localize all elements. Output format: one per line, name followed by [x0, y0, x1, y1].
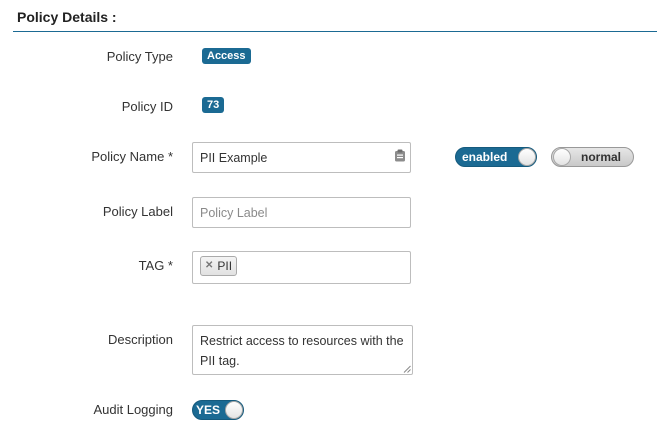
- resize-grip-icon[interactable]: [403, 365, 411, 373]
- toggle-knob: [518, 148, 536, 166]
- section-title: Policy Details :: [17, 9, 117, 25]
- policy-type-badge: Access: [202, 48, 251, 64]
- policy-enabled-toggle[interactable]: enabled: [455, 147, 537, 167]
- tag-chip-label: PII: [217, 259, 233, 273]
- audit-logging-toggle[interactable]: YES: [192, 400, 244, 420]
- policy-id-badge: 73: [202, 97, 225, 113]
- policy-priority-toggle-label: normal: [581, 150, 622, 164]
- description-label: Description: [107, 332, 173, 347]
- tag-input[interactable]: ✕ PII: [192, 251, 411, 284]
- toggle-knob: [225, 401, 243, 419]
- policy-enabled-toggle-label: enabled: [462, 150, 508, 164]
- policy-priority-toggle[interactable]: normal: [551, 147, 634, 167]
- section-divider: [13, 31, 657, 32]
- policy-id-label: Policy ID: [121, 99, 173, 114]
- description-textarea[interactable]: Restrict access to resources with the PI…: [192, 325, 413, 375]
- clipboard-icon[interactable]: [394, 149, 406, 162]
- policy-type-label: Policy Type: [106, 49, 173, 64]
- toggle-knob: [553, 148, 571, 166]
- policy-label-label: Policy Label: [102, 204, 173, 219]
- policy-name-label: Policy Name *: [91, 149, 173, 164]
- audit-logging-label: Audit Logging: [93, 402, 173, 417]
- audit-logging-toggle-label: YES: [196, 403, 221, 417]
- remove-tag-icon[interactable]: ✕: [205, 257, 213, 275]
- policy-label-input[interactable]: [192, 197, 411, 228]
- tag-chip: ✕ PII: [200, 256, 238, 276]
- policy-details-form: Policy Details : Policy Type Access Poli…: [0, 0, 659, 436]
- policy-name-input[interactable]: [192, 142, 411, 173]
- tag-label: TAG *: [138, 258, 173, 273]
